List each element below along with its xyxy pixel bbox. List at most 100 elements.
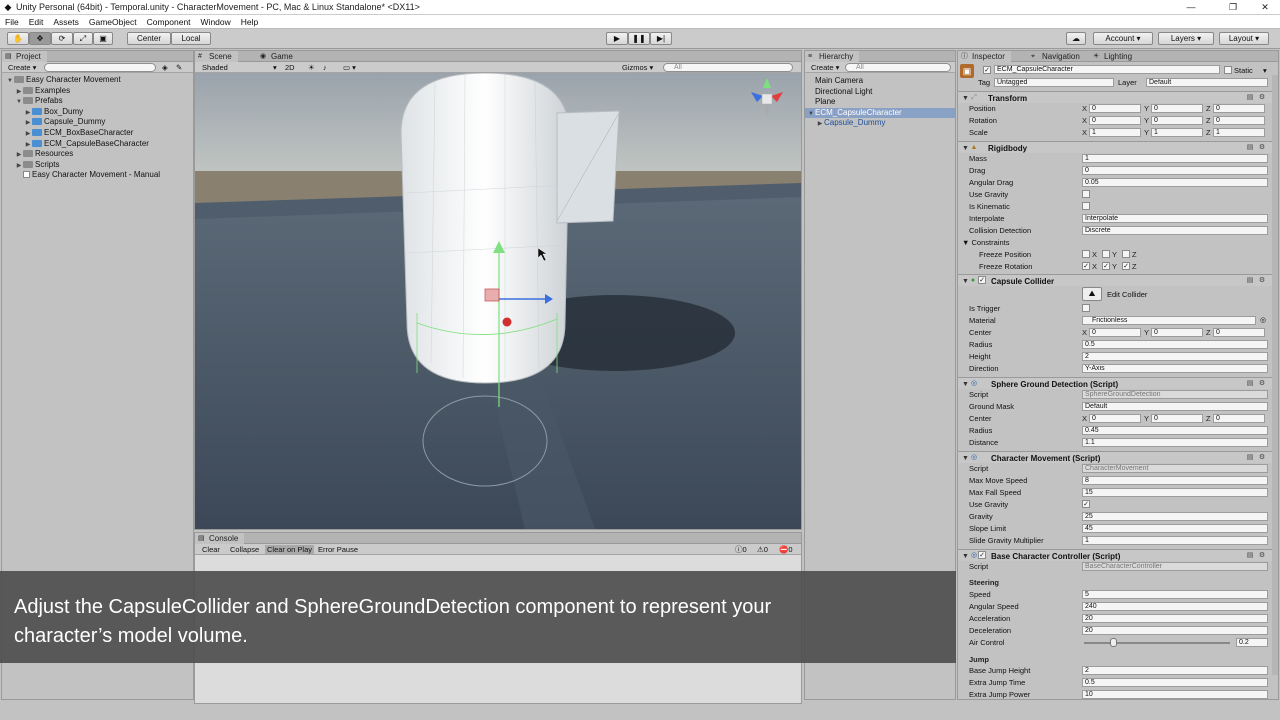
axis-y-field[interactable]: 0 xyxy=(1151,116,1203,125)
active-checkbox[interactable]: ✓ xyxy=(983,66,991,74)
close-button[interactable]: ✕ xyxy=(1252,0,1278,15)
dropdown-field[interactable]: Y-Axis xyxy=(1082,364,1268,373)
hierarchy-item[interactable]: Plane xyxy=(805,97,955,108)
freeze-rotation-z-checkbox[interactable]: ✓ xyxy=(1122,262,1130,270)
pause-button[interactable]: ❚❚ xyxy=(628,32,650,45)
filter-type-icon[interactable]: ◈ xyxy=(162,63,168,72)
capsule-enabled-checkbox[interactable]: ✓ xyxy=(978,276,986,284)
settings-gear-icon[interactable]: ⚙ xyxy=(1258,144,1266,152)
help-icon[interactable]: ▤ xyxy=(1246,144,1254,152)
controller-enabled-checkbox[interactable]: ✓ xyxy=(978,551,986,559)
menu-window[interactable]: Window xyxy=(196,15,236,29)
layout-dropdown[interactable]: Layout ▾ xyxy=(1219,32,1269,45)
help-icon[interactable]: ▤ xyxy=(1246,454,1254,462)
project-tree-item[interactable]: ▶ Box_Dumy xyxy=(2,107,193,118)
move-tool-button[interactable]: ✥ xyxy=(29,32,51,45)
layer-dropdown[interactable]: Default xyxy=(1146,78,1268,87)
rotate-tool-button[interactable]: ⟳ xyxy=(51,32,73,45)
freeze-rotation-x-checkbox[interactable]: ✓ xyxy=(1082,262,1090,270)
settings-gear-icon[interactable]: ⚙ xyxy=(1258,454,1266,462)
step-button[interactable]: ▶| xyxy=(650,32,672,45)
value-field[interactable]: 15 xyxy=(1082,488,1268,497)
project-create-dropdown[interactable]: Create ▾ xyxy=(8,63,36,72)
project-tree-item[interactable]: ▶ Capsule_Dummy xyxy=(2,117,193,128)
value-field[interactable]: 20 xyxy=(1082,626,1268,635)
project-tree-item[interactable]: ▶ Resources xyxy=(2,149,193,160)
help-icon[interactable]: ▤ xyxy=(1246,552,1254,560)
value-field[interactable]: 20 xyxy=(1082,614,1268,623)
character-movement-header[interactable]: ▼ ◎ Character Movement (Script) ▤ ⚙ xyxy=(958,451,1278,463)
value-field[interactable]: CharacterMovement xyxy=(1082,464,1268,473)
help-icon[interactable]: ▤ xyxy=(1246,277,1254,285)
maximize-button[interactable]: ❐ xyxy=(1220,0,1246,15)
tab-navigation[interactable]: ⌖ Navigation xyxy=(1028,51,1086,62)
freeze-position-y-checkbox[interactable] xyxy=(1102,250,1110,258)
air-control-field[interactable]: 0.2 xyxy=(1236,638,1268,647)
value-field[interactable]: Frictionless xyxy=(1082,316,1256,325)
sphere-ground-detection-header[interactable]: ▼ ◎ Sphere Ground Detection (Script) ▤ ⚙ xyxy=(958,377,1278,389)
pivot-center-button[interactable]: Center xyxy=(127,32,171,45)
rect-tool-button[interactable]: ▣ xyxy=(93,32,113,45)
axis-x-field[interactable]: 0 xyxy=(1089,104,1141,113)
audio-toggle-icon[interactable]: ♪ xyxy=(323,63,327,72)
info-count-badge[interactable]: ⓘ0 xyxy=(735,545,747,554)
object-name-field[interactable]: ECM_CapsuleCharacter xyxy=(994,65,1220,74)
menu-edit[interactable]: Edit xyxy=(24,15,49,29)
value-field[interactable]: 0.05 xyxy=(1082,178,1268,187)
axis-x-field[interactable]: 0 xyxy=(1089,414,1141,423)
project-tree-item[interactable]: ▶ ECM_BoxBaseCharacter xyxy=(2,128,193,139)
value-field[interactable]: BaseCharacterController xyxy=(1082,562,1268,571)
freeze-rotation-y-checkbox[interactable]: ✓ xyxy=(1102,262,1110,270)
capsule-collider-header[interactable]: ▼ ● ✓ Capsule Collider ▤ ⚙ xyxy=(958,274,1278,286)
project-tree-item[interactable]: ▼ Easy Character Movement xyxy=(2,75,193,86)
menu-gameobject[interactable]: GameObject xyxy=(84,15,142,29)
project-tree-item[interactable]: ▶ Examples xyxy=(2,86,193,97)
value-field[interactable]: 2 xyxy=(1082,352,1268,361)
axis-z-field[interactable]: 0 xyxy=(1213,328,1265,337)
menu-file[interactable]: File xyxy=(0,15,24,29)
scene-viewport[interactable] xyxy=(195,73,801,529)
value-field[interactable]: 5 xyxy=(1082,590,1268,599)
tab-hierarchy[interactable]: ≡ Hierarchy xyxy=(805,51,860,62)
value-field[interactable]: 0.45 xyxy=(1082,426,1268,435)
axis-x-field[interactable]: 1 xyxy=(1089,128,1141,137)
tab-lighting[interactable]: ☀ Lighting xyxy=(1090,51,1138,62)
menu-component[interactable]: Component xyxy=(142,15,196,29)
value-field[interactable]: 45 xyxy=(1082,524,1268,533)
value-field[interactable]: 0.5 xyxy=(1082,340,1268,349)
axis-x-field[interactable]: 0 xyxy=(1089,328,1141,337)
checkbox[interactable] xyxy=(1082,190,1090,198)
value-field[interactable]: 240 xyxy=(1082,602,1268,611)
minimize-button[interactable]: — xyxy=(1178,0,1204,15)
value-field[interactable]: SphereGroundDetection xyxy=(1082,390,1268,399)
scene-search-input[interactable]: All xyxy=(663,63,793,72)
tab-console[interactable]: ▤ Console xyxy=(195,533,245,544)
help-icon[interactable]: ▤ xyxy=(1246,380,1254,388)
shading-mode-dropdown[interactable]: Shaded xyxy=(202,63,228,72)
axis-z-field[interactable]: 0 xyxy=(1213,104,1265,113)
checkbox[interactable] xyxy=(1082,304,1090,312)
project-tree-item[interactable]: Easy Character Movement - Manual xyxy=(2,170,193,181)
menu-help[interactable]: Help xyxy=(236,15,263,29)
project-tree-item[interactable]: ▶ Scripts xyxy=(2,160,193,171)
inspector-scrollbar[interactable] xyxy=(1272,75,1278,675)
value-field[interactable]: 1.1 xyxy=(1082,438,1268,447)
expand-arrow-icon[interactable]: ▶ xyxy=(816,119,824,130)
hierarchy-item[interactable]: ▼ECM_CapsuleCharacter xyxy=(805,107,955,119)
settings-gear-icon[interactable]: ⚙ xyxy=(1258,380,1266,388)
checkbox[interactable] xyxy=(1082,202,1090,210)
filter-label-icon[interactable]: ✎ xyxy=(176,63,182,72)
menu-assets[interactable]: Assets xyxy=(48,15,84,29)
freeze-position-x-checkbox[interactable] xyxy=(1082,250,1090,258)
axis-y-field[interactable]: 0 xyxy=(1151,414,1203,423)
project-tree-item[interactable]: ▼ Prefabs xyxy=(2,96,193,107)
account-dropdown[interactable]: Account ▾ xyxy=(1093,32,1153,45)
warning-count-badge[interactable]: ⚠0 xyxy=(757,545,768,554)
air-control-slider-track[interactable] xyxy=(1084,642,1230,644)
value-field[interactable]: 1 xyxy=(1082,154,1268,163)
value-field[interactable]: 2 xyxy=(1082,666,1268,675)
gizmos-dropdown[interactable]: Gizmos ▾ xyxy=(622,63,653,72)
project-tree-item[interactable]: ▶ ECM_CapsuleBaseCharacter xyxy=(2,139,193,150)
help-icon[interactable]: ▤ xyxy=(1246,94,1254,102)
tab-inspector[interactable]: ⓘ Inspector xyxy=(958,51,1011,62)
